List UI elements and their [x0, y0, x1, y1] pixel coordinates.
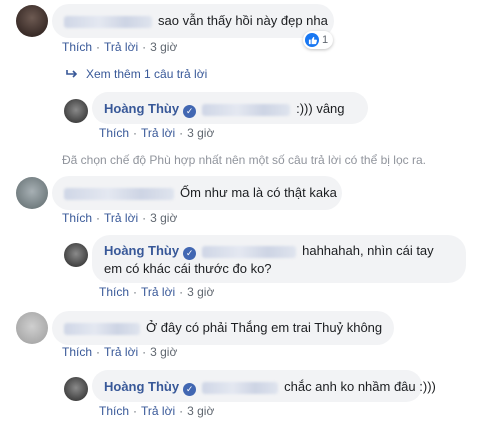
reply-link[interactable]: Trả lời: [141, 404, 175, 418]
comment-bubble: Ở đây có phải Thắng em trai Thuỷ không: [52, 311, 394, 345]
reply-actions: Thích · Trả lời · 3 giờ: [99, 285, 215, 299]
timestamp[interactable]: 3 giờ: [187, 126, 214, 140]
reply-link[interactable]: Trả lời: [104, 211, 138, 225]
reply-link[interactable]: Trả lời: [104, 40, 138, 54]
reply-author-name[interactable]: Hoàng Thùy: [104, 379, 179, 394]
reply-link[interactable]: Trả lời: [104, 345, 138, 359]
comment-text: Ốm như ma là có thật kaka: [180, 185, 337, 200]
reply-link[interactable]: Trả lời: [141, 126, 175, 140]
author-name-blurred[interactable]: [64, 187, 174, 200]
reply-text: chắc anh ko nhầm đâu :))): [284, 379, 436, 394]
see-more-replies[interactable]: Xem thêm 1 câu trả lời: [66, 67, 207, 81]
mention-blurred[interactable]: [202, 103, 291, 116]
like-icon: [305, 33, 319, 47]
verified-badge-icon: ✓: [183, 105, 197, 118]
comment-actions: Thích · Trả lời · 3 giờ: [62, 211, 178, 225]
author-name-blurred[interactable]: [64, 322, 140, 335]
comment-bubble: sao vẫn thấy hồi này đẹp nha: [52, 4, 334, 38]
reply-author-avatar[interactable]: [64, 99, 88, 123]
reply-link[interactable]: Trả lời: [141, 285, 175, 299]
timestamp[interactable]: 3 giờ: [150, 40, 177, 54]
like-link[interactable]: Thích: [62, 211, 92, 225]
reply-bubble: Hoàng Thùy ✓ chắc anh ko nhầm đâu :))): [92, 370, 436, 402]
reply-author-name[interactable]: Hoàng Thùy: [104, 243, 179, 258]
comment-text: sao vẫn thấy hồi này đẹp nha: [158, 13, 328, 28]
reaction-badge[interactable]: 1: [303, 31, 334, 49]
reply-text-line1: hahhahah, nhìn cái tay: [302, 243, 434, 258]
verified-badge-icon: ✓: [183, 247, 197, 260]
reaction-count: 1: [322, 34, 329, 46]
mention-blurred[interactable]: [202, 381, 279, 394]
comment-text: Ở đây có phải Thắng em trai Thuỷ không: [146, 320, 383, 335]
like-link[interactable]: Thích: [62, 40, 92, 54]
like-link[interactable]: Thích: [99, 126, 129, 140]
reply-arrow-icon: [66, 70, 78, 78]
comment-actions: Thích · Trả lời · 3 giờ: [62, 345, 178, 359]
verified-badge-icon: ✓: [183, 383, 197, 396]
commenter-avatar[interactable]: [16, 177, 48, 209]
filter-notice: Đã chọn chế độ Phù hợp nhất nên một số c…: [62, 153, 426, 167]
reply-text-line2: em có khác cái thước đo ko?: [104, 261, 272, 276]
commenter-avatar[interactable]: [16, 5, 48, 37]
timestamp[interactable]: 3 giờ: [187, 285, 214, 299]
reply-bubble: Hoàng Thùy ✓ hahhahah, nhìn cái tay em có …: [92, 235, 466, 283]
reply-actions: Thích · Trả lời · 3 giờ: [99, 404, 215, 418]
mention-blurred[interactable]: [202, 245, 297, 258]
like-link[interactable]: Thích: [99, 404, 129, 418]
like-link[interactable]: Thích: [99, 285, 129, 299]
commenter-avatar[interactable]: [16, 312, 48, 344]
see-more-label: Xem thêm 1 câu trả lời: [86, 67, 208, 81]
reply-bubble: Hoàng Thùy ✓ :))) vâng: [92, 92, 368, 124]
like-link[interactable]: Thích: [62, 345, 92, 359]
author-name-blurred[interactable]: [64, 15, 152, 28]
reply-text: :))) vâng: [296, 101, 345, 116]
reply-author-name[interactable]: Hoàng Thùy: [104, 101, 179, 116]
comment-actions: Thích · Trả lời · 3 giờ: [62, 40, 178, 54]
reply-author-avatar[interactable]: [64, 377, 88, 401]
timestamp[interactable]: 3 giờ: [150, 345, 177, 359]
reply-actions: Thích · Trả lời · 3 giờ: [99, 126, 215, 140]
timestamp[interactable]: 3 giờ: [150, 211, 177, 225]
comment-bubble: Ốm như ma là có thật kaka: [52, 176, 342, 210]
reply-author-avatar[interactable]: [64, 243, 88, 267]
timestamp[interactable]: 3 giờ: [187, 404, 214, 418]
